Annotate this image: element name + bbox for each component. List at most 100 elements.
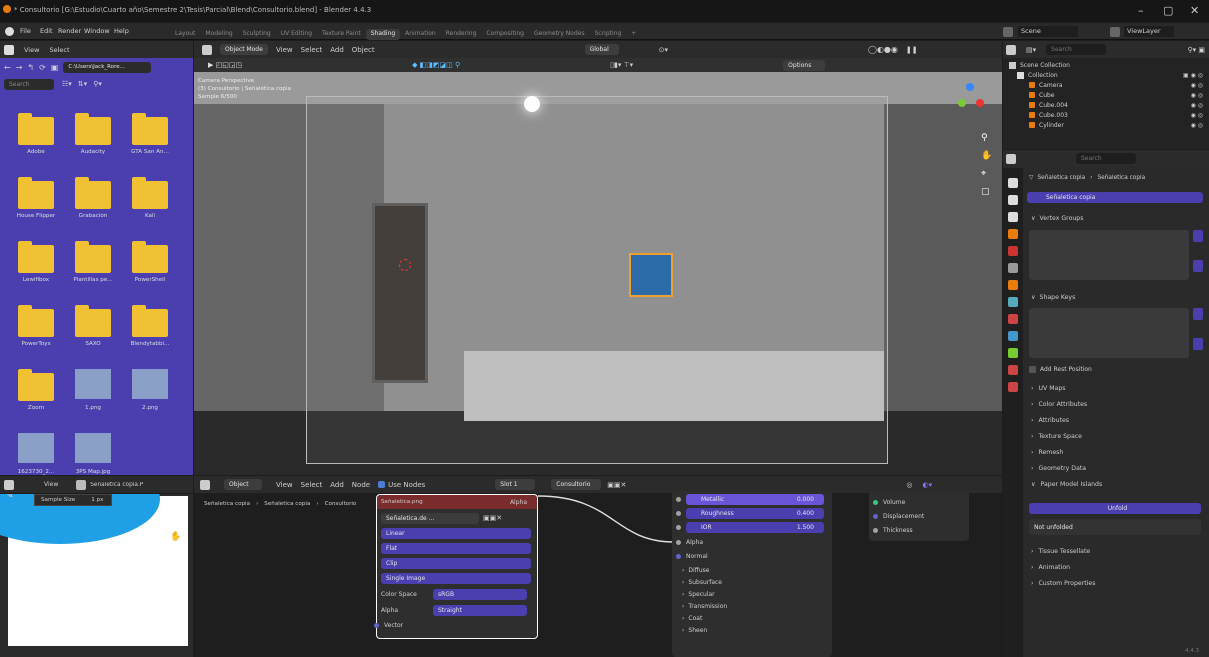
- metallic-slider[interactable]: Metallic 0.000: [686, 494, 824, 505]
- properties-section[interactable]: › Attributes: [1025, 412, 1205, 428]
- menu-edit[interactable]: Edit: [40, 27, 53, 35]
- options-dropdown[interactable]: Options: [783, 59, 826, 71]
- outliner-item[interactable]: Cylinder ◉ ◎: [1003, 120, 1209, 130]
- properties-tab-icon[interactable]: [1008, 280, 1018, 290]
- tab-shading[interactable]: Shading: [365, 29, 401, 40]
- file-item-folder[interactable]: House Flipper: [8, 163, 64, 223]
- file-item-folder[interactable]: Zoom: [8, 355, 64, 415]
- editor-type-icon[interactable]: [4, 479, 14, 490]
- bsdf-section[interactable]: › Diffuse: [682, 565, 822, 575]
- parent-dir-icon[interactable]: ↰: [27, 63, 34, 72]
- bsdf-section[interactable]: › Sheen: [682, 625, 822, 635]
- bsdf-section[interactable]: › Subsurface: [682, 577, 822, 587]
- gizmo-y-axis[interactable]: [958, 99, 966, 107]
- menu-view[interactable]: View: [44, 481, 58, 488]
- image-browse-icon[interactable]: [76, 479, 87, 490]
- menu-object[interactable]: Object: [352, 46, 375, 54]
- file-item-image[interactable]: 3PS Map.jpg: [65, 419, 121, 479]
- file-item-folder[interactable]: Audacity: [65, 99, 121, 159]
- tool-icons[interactable]: ▶ ◰◱◲◳: [208, 61, 242, 69]
- properties-tab-icon[interactable]: [1008, 246, 1018, 256]
- mesh-datablock-field[interactable]: Señaletica copia: [1027, 192, 1203, 203]
- editor-type-icon[interactable]: [4, 44, 14, 55]
- gizmo-icons[interactable]: ◆ ◧◨◩◪◫ ⚲: [412, 61, 460, 69]
- image-editor-view[interactable]: ⚲ ✋ Sample Size 1 px ✎: [0, 494, 193, 657]
- volume-socket[interactable]: [873, 499, 878, 505]
- menu-view[interactable]: View: [276, 46, 293, 54]
- editor-type-icon[interactable]: [1006, 153, 1016, 164]
- properties-section[interactable]: › Texture Space: [1025, 428, 1205, 444]
- navigation-gizmo[interactable]: [950, 79, 990, 119]
- shape-key-add-button[interactable]: [1193, 308, 1203, 320]
- properties-section[interactable]: › Remesh: [1025, 444, 1205, 460]
- tab-animation[interactable]: Animation: [400, 29, 441, 40]
- filter-icon[interactable]: ⚲▾: [93, 80, 102, 88]
- outliner-item[interactable]: Cube ◉ ◎: [1003, 90, 1209, 100]
- visibility-icons[interactable]: ◉ ◎: [1191, 82, 1203, 89]
- menu-select[interactable]: Select: [301, 46, 323, 54]
- displacement-socket[interactable]: [873, 513, 878, 519]
- minimize-button[interactable]: –: [1138, 4, 1144, 17]
- sample-size-value[interactable]: 1 px: [91, 497, 103, 503]
- shader-editor[interactable]: Object View Select Add Node Use Nodes Sl…: [194, 476, 1002, 657]
- file-item-folder[interactable]: PowerShell: [122, 227, 178, 287]
- pause-icon[interactable]: ❚❚: [906, 46, 918, 54]
- properties-section[interactable]: › UV Maps: [1025, 380, 1205, 396]
- tab-sculpting[interactable]: Sculpting: [238, 29, 276, 40]
- editor-type-icon[interactable]: [202, 44, 212, 55]
- properties-tab-icon[interactable]: [1008, 229, 1018, 239]
- scene-name[interactable]: Scene: [1018, 26, 1078, 37]
- tab-layout[interactable]: Layout: [170, 29, 200, 40]
- properties-tab-icon[interactable]: [1008, 297, 1018, 307]
- pan-hand-icon[interactable]: ✋: [981, 151, 992, 161]
- shape-key-menu-button[interactable]: [1193, 338, 1203, 350]
- tab-rendering[interactable]: Rendering: [441, 29, 482, 40]
- properties-section[interactable]: › Color Attributes: [1025, 396, 1205, 412]
- refresh-icon[interactable]: ⟳: [39, 63, 46, 72]
- principled-bsdf-node[interactable]: Metallic 0.000 Roughness 0.400 IOR 1.500…: [672, 491, 832, 657]
- gizmo-z-axis[interactable]: [966, 83, 974, 91]
- tab-uv-editing[interactable]: UV Editing: [276, 29, 317, 40]
- properties-section[interactable]: › Geometry Data: [1025, 460, 1205, 476]
- vertex-group-add-button[interactable]: [1193, 230, 1203, 242]
- 3d-cursor-icon[interactable]: [399, 259, 411, 271]
- path-field[interactable]: C:\Users\Jack_Rore...: [63, 61, 152, 73]
- visibility-icons[interactable]: ◉ ◎: [1191, 92, 1203, 99]
- file-item-image[interactable]: 1.png: [65, 355, 121, 415]
- file-item-folder[interactable]: Adobe: [8, 99, 64, 159]
- properties-tab-icon[interactable]: [1008, 263, 1018, 273]
- zoom-icon[interactable]: ⚲: [171, 516, 178, 526]
- ior-slider[interactable]: IOR 1.500: [686, 522, 824, 533]
- tab-texture-paint[interactable]: Texture Paint: [317, 29, 366, 40]
- menu-add[interactable]: Add: [330, 46, 344, 54]
- visibility-icons[interactable]: ◉ ◎: [1191, 112, 1203, 119]
- scene-collection-row[interactable]: Scene Collection: [1003, 60, 1209, 70]
- new-folder-icon[interactable]: ▣: [51, 63, 59, 72]
- menu-select[interactable]: Select: [49, 46, 69, 54]
- file-item-folder[interactable]: GTA San An...: [122, 99, 178, 159]
- file-item-folder[interactable]: Kali: [122, 163, 178, 223]
- vertex-groups-list[interactable]: [1029, 230, 1189, 280]
- pan-hand-icon[interactable]: ✋: [170, 532, 181, 542]
- properties-tab-icon[interactable]: [1008, 365, 1018, 375]
- file-item-image[interactable]: 1623730_2...: [8, 419, 64, 479]
- blender-menu-icon[interactable]: [5, 27, 14, 36]
- visibility-filter-icon[interactable]: ▯▮▾ ⊤▾: [610, 61, 633, 69]
- sample-tool-icon[interactable]: ✎: [6, 494, 14, 501]
- bsdf-section[interactable]: › Transmission: [682, 601, 822, 611]
- properties-section[interactable]: ∨ Paper Model Islands: [1025, 476, 1205, 492]
- viewport-shading-icons[interactable]: ◯◐●◉: [868, 45, 898, 54]
- add-workspace-icon[interactable]: +: [626, 29, 641, 40]
- viewlayer-name[interactable]: ViewLayer: [1124, 26, 1174, 37]
- scene-icon[interactable]: [1003, 27, 1013, 37]
- editor-type-icon[interactable]: [1006, 44, 1016, 55]
- file-item-folder[interactable]: Grabación: [65, 163, 121, 223]
- properties-search-input[interactable]: Search: [1076, 153, 1136, 164]
- properties-tab-icon[interactable]: [1008, 348, 1018, 358]
- properties-tab-icon[interactable]: [1008, 331, 1018, 341]
- sort-icon[interactable]: ⇅▾: [78, 80, 87, 88]
- normal-socket[interactable]: [676, 553, 681, 559]
- gizmo-x-axis[interactable]: [976, 99, 984, 107]
- collection-row[interactable]: Collection ▣ ◉ ◎: [1003, 70, 1209, 80]
- thickness-socket[interactable]: [873, 527, 878, 533]
